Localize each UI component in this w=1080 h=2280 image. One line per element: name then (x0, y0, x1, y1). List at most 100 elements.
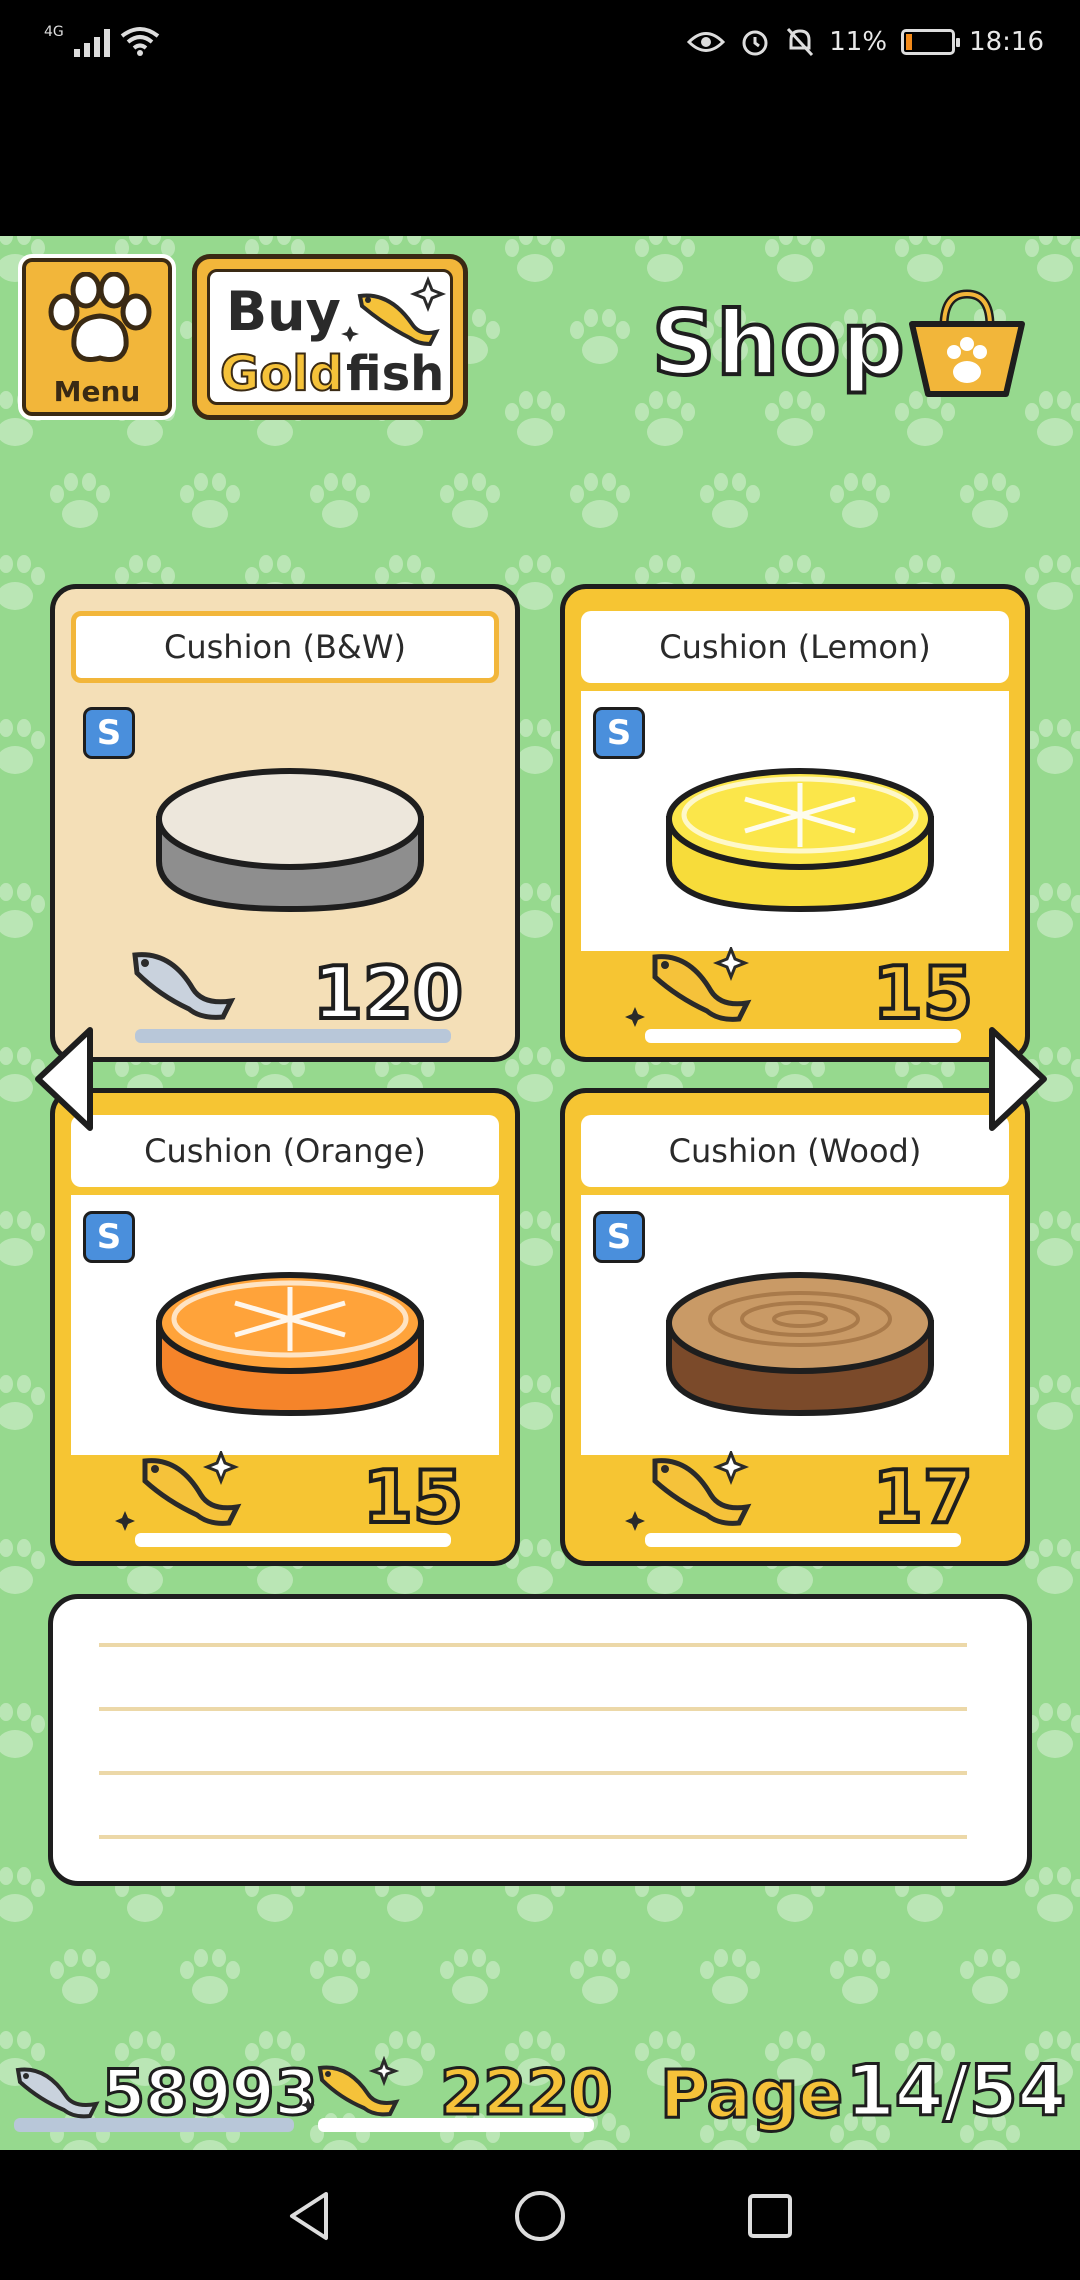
silver-fish-count: 58993 (101, 2055, 320, 2131)
shopping-bag-icon (909, 289, 1025, 397)
description-line (99, 1835, 967, 1839)
mute-notifications-icon (787, 27, 814, 57)
paw-print-decoration (695, 472, 765, 532)
item-name: Cushion (Orange) (71, 1115, 499, 1187)
cushion-icon (156, 1272, 424, 1417)
paw-print-decoration (630, 390, 700, 450)
paw-print-decoration (955, 1948, 1025, 2008)
shop-screen: Menu Buy Gold fish Shop Cushion (B&W) S 12… (0, 236, 1080, 2150)
size-badge: S (593, 707, 645, 759)
paw-print-decoration (630, 236, 700, 286)
eye-icon (687, 32, 726, 52)
paw-print-decoration (890, 236, 960, 286)
silver-fish-icon (132, 952, 236, 1020)
paw-print-decoration (435, 472, 505, 532)
wifi-icon (120, 27, 159, 56)
paw-print-decoration (825, 1948, 895, 2008)
description-line (99, 1643, 967, 1647)
menu-label: Menu (53, 375, 141, 408)
cushion-icon (666, 768, 934, 913)
page-indicator: 14/54 (844, 2049, 1067, 2134)
shop-title: Shop (650, 290, 906, 397)
home-icon[interactable] (512, 2188, 568, 2244)
next-page-arrow[interactable] (984, 1024, 1054, 1134)
gold-fish-count: 2220 (439, 2055, 615, 2131)
silver-fish-counter: 58993 (10, 2055, 319, 2136)
paw-print-decoration (45, 472, 115, 532)
silver-fish-icon (15, 2067, 100, 2119)
goldfish-icon (115, 1451, 242, 1531)
item-name: Cushion (B&W) (71, 611, 499, 683)
status-left: 4G (44, 24, 160, 58)
paw-print-decoration (0, 882, 50, 942)
paw-icon (48, 272, 152, 362)
system-nav-bar (0, 2150, 1080, 2280)
paw-print-decoration (1020, 1866, 1080, 1926)
paw-print-decoration (500, 390, 570, 450)
battery-icon (901, 29, 961, 55)
paw-print-decoration (0, 1866, 50, 1926)
shop-item-card[interactable]: Cushion (Orange) S 15 (50, 1088, 520, 1566)
description-line (99, 1771, 967, 1775)
buy-goldfish-button[interactable]: Buy Gold fish (192, 254, 468, 420)
item-price: 120 (311, 949, 465, 1037)
paw-print-decoration (0, 1702, 50, 1762)
item-price: 15 (871, 949, 975, 1037)
battery-percent: 11% (829, 27, 888, 57)
paw-print-decoration (565, 308, 635, 368)
shop-item-card[interactable]: Cushion (Lemon) S 15 (560, 584, 1030, 1062)
paw-print-decoration (825, 472, 895, 532)
back-icon[interactable] (282, 2188, 338, 2244)
alarm-icon (742, 30, 768, 56)
paw-print-decoration (435, 1948, 505, 2008)
paw-print-decoration (0, 718, 50, 778)
size-badge: S (593, 1211, 645, 1263)
buy-goldfish-panel: Buy Gold fish (207, 269, 453, 405)
paw-print-decoration (565, 1948, 635, 2008)
clock: 18:16 (969, 27, 1044, 57)
item-price: 17 (871, 1453, 975, 1541)
shop-item-card[interactable]: Cushion (Wood) S 17 (560, 1088, 1030, 1566)
item-price: 15 (361, 1453, 465, 1541)
item-description-box (48, 1594, 1032, 1886)
paw-print-decoration (565, 472, 635, 532)
recent-apps-icon[interactable] (742, 2188, 798, 2244)
paw-print-decoration (760, 236, 830, 286)
paw-print-decoration (175, 472, 245, 532)
paw-print-decoration (0, 1210, 50, 1270)
page-label: Page (658, 2055, 844, 2135)
paw-print-decoration (760, 390, 830, 450)
description-line (99, 1707, 967, 1711)
buy-label: Buy (226, 280, 341, 343)
paw-print-decoration (1020, 236, 1080, 286)
menu-button[interactable]: Menu (18, 254, 176, 420)
paw-print-decoration (955, 472, 1025, 532)
item-name: Cushion (Wood) (581, 1115, 1009, 1187)
paw-print-decoration (175, 1948, 245, 2008)
network-type: 4G (44, 24, 64, 40)
cushion-icon (666, 1272, 934, 1417)
currency-bar: 58993 2220 Page 14/54 (0, 2049, 1080, 2150)
paw-print-decoration (695, 1948, 765, 2008)
paw-print-decoration (45, 1948, 115, 2008)
status-right: 11% 18:16 (687, 26, 1044, 58)
gold-label: Gold (219, 345, 344, 403)
goldfish-icon (301, 2056, 400, 2117)
size-badge: S (83, 1211, 135, 1263)
goldfish-icon (625, 1451, 752, 1531)
previous-page-arrow[interactable] (28, 1024, 98, 1134)
paw-print-decoration (500, 236, 570, 286)
signal-icon (73, 27, 110, 57)
goldfish-icon (625, 947, 752, 1027)
paw-print-decoration (0, 1538, 50, 1598)
paw-print-decoration (0, 1374, 50, 1434)
status-bar: 4G 11% 18:16 (0, 0, 1080, 236)
paw-print-decoration (0, 554, 50, 614)
gold-fish-counter: 2220 (300, 2055, 614, 2136)
cushion-icon (156, 768, 424, 913)
goldfish-icon (341, 275, 447, 347)
size-badge: S (83, 707, 135, 759)
shop-item-card[interactable]: Cushion (B&W) S 120 (50, 584, 520, 1062)
item-name: Cushion (Lemon) (581, 611, 1009, 683)
paw-print-decoration (305, 472, 375, 532)
